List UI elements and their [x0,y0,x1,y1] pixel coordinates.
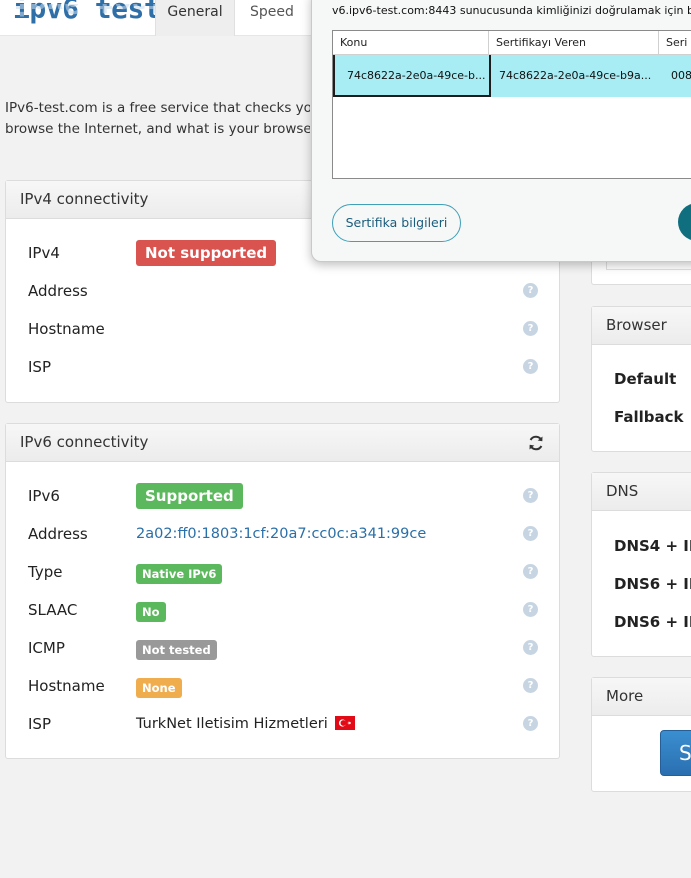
help-icon[interactable]: ? [523,716,538,731]
row-label: Hostname [28,320,105,338]
row-label: IPv4 [28,244,60,262]
cert-serial-cell[interactable]: 0087 [659,55,691,97]
row-label: ISP [28,358,51,376]
column-header-subject[interactable]: Konu [333,31,489,55]
dns6-ip4-label: DNS6 + IP4 [614,575,691,593]
row-label: IPv6 [28,487,60,505]
column-header-issuer[interactable]: Sertifikayı Veren [489,31,659,55]
cert-subject-cell[interactable]: 74c8622a-2e0a-49ce-b... [333,55,491,97]
help-icon[interactable]: ? [523,321,538,336]
ipv6-address: 2a02:ff0:1803:1cf:20a7:cc0c:a341:99ce [136,526,427,542]
dns4-ip6-label: DNS4 + IP6 [614,537,691,555]
speed-test-button[interactable]: Sp [660,730,691,776]
certificate-dialog: v6.ipv6-test.com:8443 sunucusunda kimliğ… [311,0,691,262]
type-badge: Native IPv6 [136,564,223,584]
certificate-info-button[interactable]: Sertifika bilgileri [332,204,461,242]
more-panel: More Sp [591,677,691,792]
help-icon[interactable]: ? [523,488,538,503]
hostname-badge: None [136,678,182,698]
ipv6-row-isp: ISP TurkNet Iletisim Hizmetleri ? [28,712,538,736]
browser-panel: Browser Default Fallback [591,306,691,452]
help-icon[interactable]: ? [523,564,538,579]
turkey-flag-icon [335,716,356,730]
tab-speed[interactable]: Speed [250,0,294,36]
ipv4-row-hostname: Hostname ? [28,317,538,341]
dialog-ok-button[interactable] [678,203,691,241]
row-label: ISP [28,715,51,733]
help-icon[interactable]: ? [523,602,538,617]
certificate-table: Konu Sertifikayı Veren Seri n 74c8622a-2… [332,30,691,179]
isp-name: TurkNet Iletisim Hizmetleri [136,716,328,732]
row-label: Type [28,563,63,581]
ipv4-row-address: Address ? [28,279,538,303]
icmp-badge: Not tested [136,640,217,660]
browser-panel-title: Browser [592,307,691,345]
help-icon[interactable]: ? [523,678,538,693]
row-label: SLAAC [28,601,78,619]
ipv6-row-hostname: Hostname None ? [28,674,538,698]
help-icon[interactable]: ? [523,283,538,298]
dns6-ip6-label: DNS6 + IP6 [614,613,691,631]
intro-text: IPv6-test.com is a free service that che… [5,98,310,140]
ipv6-title-text: IPv6 connectivity [20,433,149,451]
cert-issuer-cell[interactable]: 74c8622a-2e0a-49ce-b9a... [489,55,659,97]
ipv6-panel-title: IPv6 connectivity [6,424,559,462]
ipv6-status-badge: Supported [136,483,243,509]
column-header-serial[interactable]: Seri n [659,31,691,55]
row-label: Hostname [28,677,105,695]
ipv6-row-status: IPv6 Supported ? [28,483,538,509]
ipv6-panel: IPv6 connectivity IPv6 Supported ? Addre… [5,423,560,759]
ipv6-row-icmp: ICMP Not tested ? [28,636,538,660]
ipv4-row-isp: ISP ? [28,355,538,379]
ipv6-row-type: Type Native IPv6 ? [28,560,538,584]
more-panel-title: More [592,678,691,716]
slaac-badge: No [136,602,166,622]
intro-line-1: IPv6-test.com is a free service that che… [5,100,310,116]
ipv4-status-badge: Not supported [136,240,277,266]
row-label: Address [28,282,88,300]
refresh-icon[interactable] [527,434,545,452]
help-icon[interactable]: ? [523,526,538,541]
ipv6-row-address: Address 2a02:ff0:1803:1cf:20a7:cc0c:a341… [28,522,538,546]
site-logo-reflection: ipv6 test [13,4,165,20]
dns-panel: DNS DNS4 + IP6 DNS6 + IP4 DNS6 + IP6 [591,472,691,657]
certificate-row[interactable]: 74c8622a-2e0a-49ce-b... 74c8622a-2e0a-49… [333,55,691,97]
browser-fallback-label: Fallback [614,408,684,426]
help-icon[interactable]: ? [523,359,538,374]
browser-default-label: Default [614,370,677,388]
row-label: ICMP [28,639,65,657]
ipv6-row-slaac: SLAAC No ? [28,598,538,622]
row-label: Address [28,525,88,543]
intro-line-2: browse the Internet, and what is your br… [5,121,310,137]
dns-panel-title: DNS [592,473,691,511]
dialog-message: v6.ipv6-test.com:8443 sunucusunda kimliğ… [332,4,691,17]
help-icon[interactable]: ? [523,640,538,655]
tab-general[interactable]: General [155,0,235,36]
